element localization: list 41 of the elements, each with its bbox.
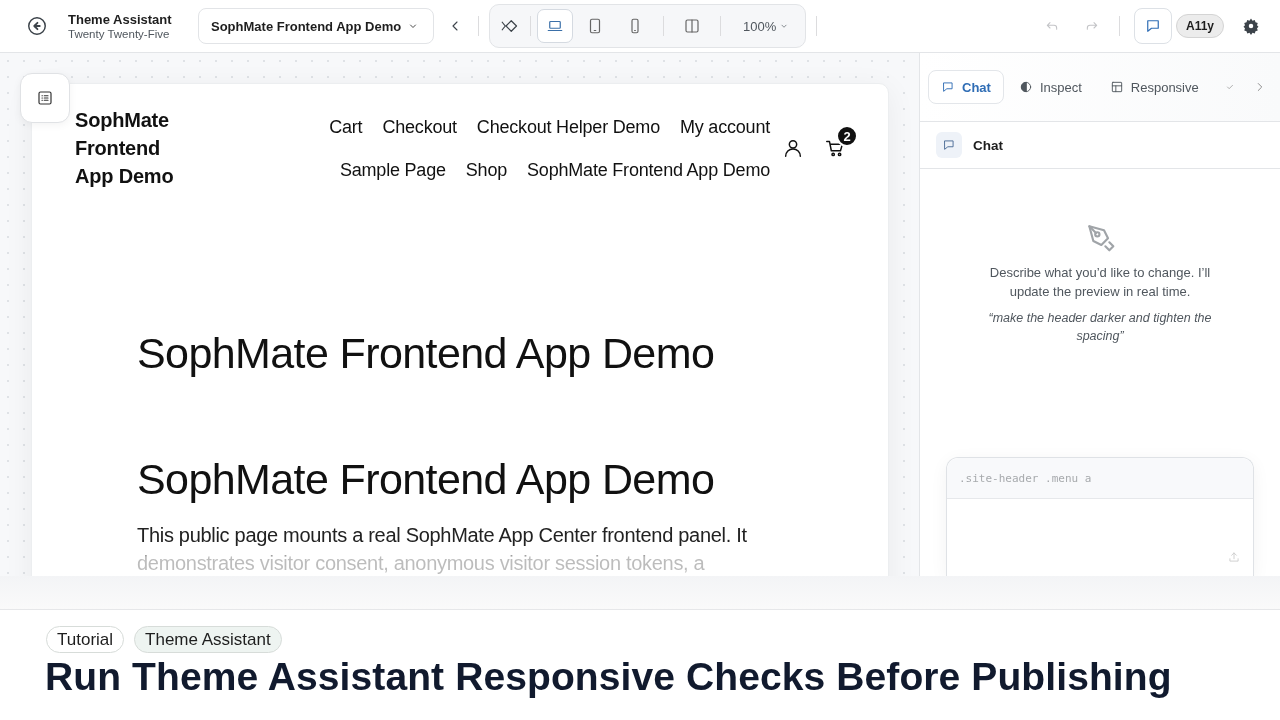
site-title[interactable]: SophMate Frontend App Demo xyxy=(75,106,185,190)
page-heading: SophMate Frontend App Demo xyxy=(137,328,716,379)
settings-icon xyxy=(1242,17,1260,35)
cart-count-badge: 2 xyxy=(836,125,858,147)
nav-link[interactable]: My account xyxy=(679,115,770,140)
chat-icon xyxy=(942,138,956,152)
contrast-icon xyxy=(1018,80,1033,94)
selector-field[interactable]: .site-header .menu a xyxy=(947,458,1253,499)
chat-toggle-button[interactable] xyxy=(1133,8,1172,44)
columns-icon xyxy=(683,17,701,35)
nav-link[interactable]: Cart xyxy=(329,115,363,140)
panel-tab[interactable]: Responsive xyxy=(1096,70,1212,104)
nav-link[interactable]: Shop xyxy=(465,158,508,183)
panel-tab[interactable]: Inspect xyxy=(1005,70,1095,104)
page-select[interactable]: SophMate Frontend App Demo xyxy=(198,8,434,44)
page-heading: SophMate Frontend App Demo xyxy=(137,454,716,505)
nav-link[interactable]: SophMate Frontend App Demo xyxy=(527,158,770,183)
article-title: Run Theme Assistant Responsive Checks Before Publishing xyxy=(45,655,1173,699)
intro-paragraph: This public page mounts a real SophMate App Center frontend panel. It demonstrates visitor consent, anonymous visitor session tokens, a xyxy=(137,523,748,576)
panel-tab[interactable]: Chat xyxy=(928,70,1004,104)
chevron-diamond-icon xyxy=(499,17,519,35)
layout-icon xyxy=(1109,80,1124,94)
zoom-select[interactable]: 100% xyxy=(731,18,802,34)
outline-button[interactable] xyxy=(20,73,70,123)
nav-link[interactable]: Checkout Helper Demo xyxy=(476,115,660,140)
check-icon xyxy=(1225,82,1235,92)
section-title: Chat xyxy=(973,137,1003,153)
list-icon xyxy=(36,89,54,107)
desktop-view-button[interactable] xyxy=(537,9,573,43)
category-tag[interactable]: Theme Assistant xyxy=(134,626,282,653)
empty-state-message: Describe what you’d like to change. I’ll update the preview in real time. xyxy=(988,264,1212,301)
app-title: Theme Assistant xyxy=(68,12,173,27)
upload-icon xyxy=(1227,550,1241,564)
chat-icon xyxy=(941,80,955,94)
nav-link[interactable]: Checkout xyxy=(382,115,457,140)
category-tag[interactable]: Tutorial xyxy=(46,626,125,653)
user-icon xyxy=(782,137,804,159)
example-prompt: “make the header darker and tighten the spacing” xyxy=(987,310,1213,345)
nav-link[interactable]: Sample Page xyxy=(339,158,446,183)
a11y-button[interactable]: A11y xyxy=(1175,14,1224,38)
theme-name: Twenty Twenty-Five xyxy=(68,28,171,40)
